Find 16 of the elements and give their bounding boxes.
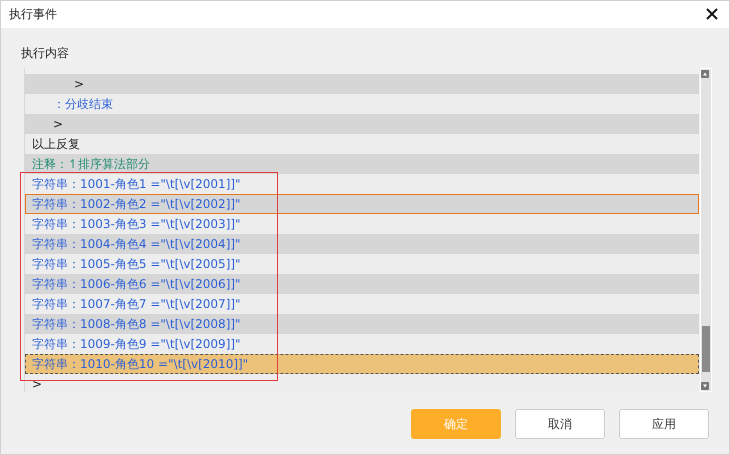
scrollbar[interactable] [700,68,712,392]
event-command-row[interactable]: 字符串：1010-角色10 ="\t[\v[2010]]" [25,354,699,374]
event-command-row[interactable]: 字符串：1002-角色2 ="\t[\v[2002]]" [25,194,699,214]
scroll-up-icon [701,70,709,78]
event-command-row[interactable]: 字符串：1004-角色4 ="\t[\v[2004]]" [25,234,699,254]
event-command-row[interactable]: 注释：↿排序算法部分 [25,154,699,174]
event-command-row[interactable]: > [25,74,699,94]
window-title: 执行事件 [9,6,57,23]
event-command-row[interactable]: > [25,114,699,134]
section-label: 执行内容 [21,45,70,62]
dialog-button[interactable]: 取消 [515,409,605,439]
event-command-row[interactable]: 字符串：1006-角色6 ="\t[\v[2006]]" [25,274,699,294]
dialog-button[interactable]: 应用 [619,409,709,439]
scroll-down-icon [701,382,709,390]
scroll-thumb[interactable] [702,326,710,372]
event-command-row[interactable]: 字符串：1008-角色8 ="\t[\v[2008]]" [25,314,699,334]
